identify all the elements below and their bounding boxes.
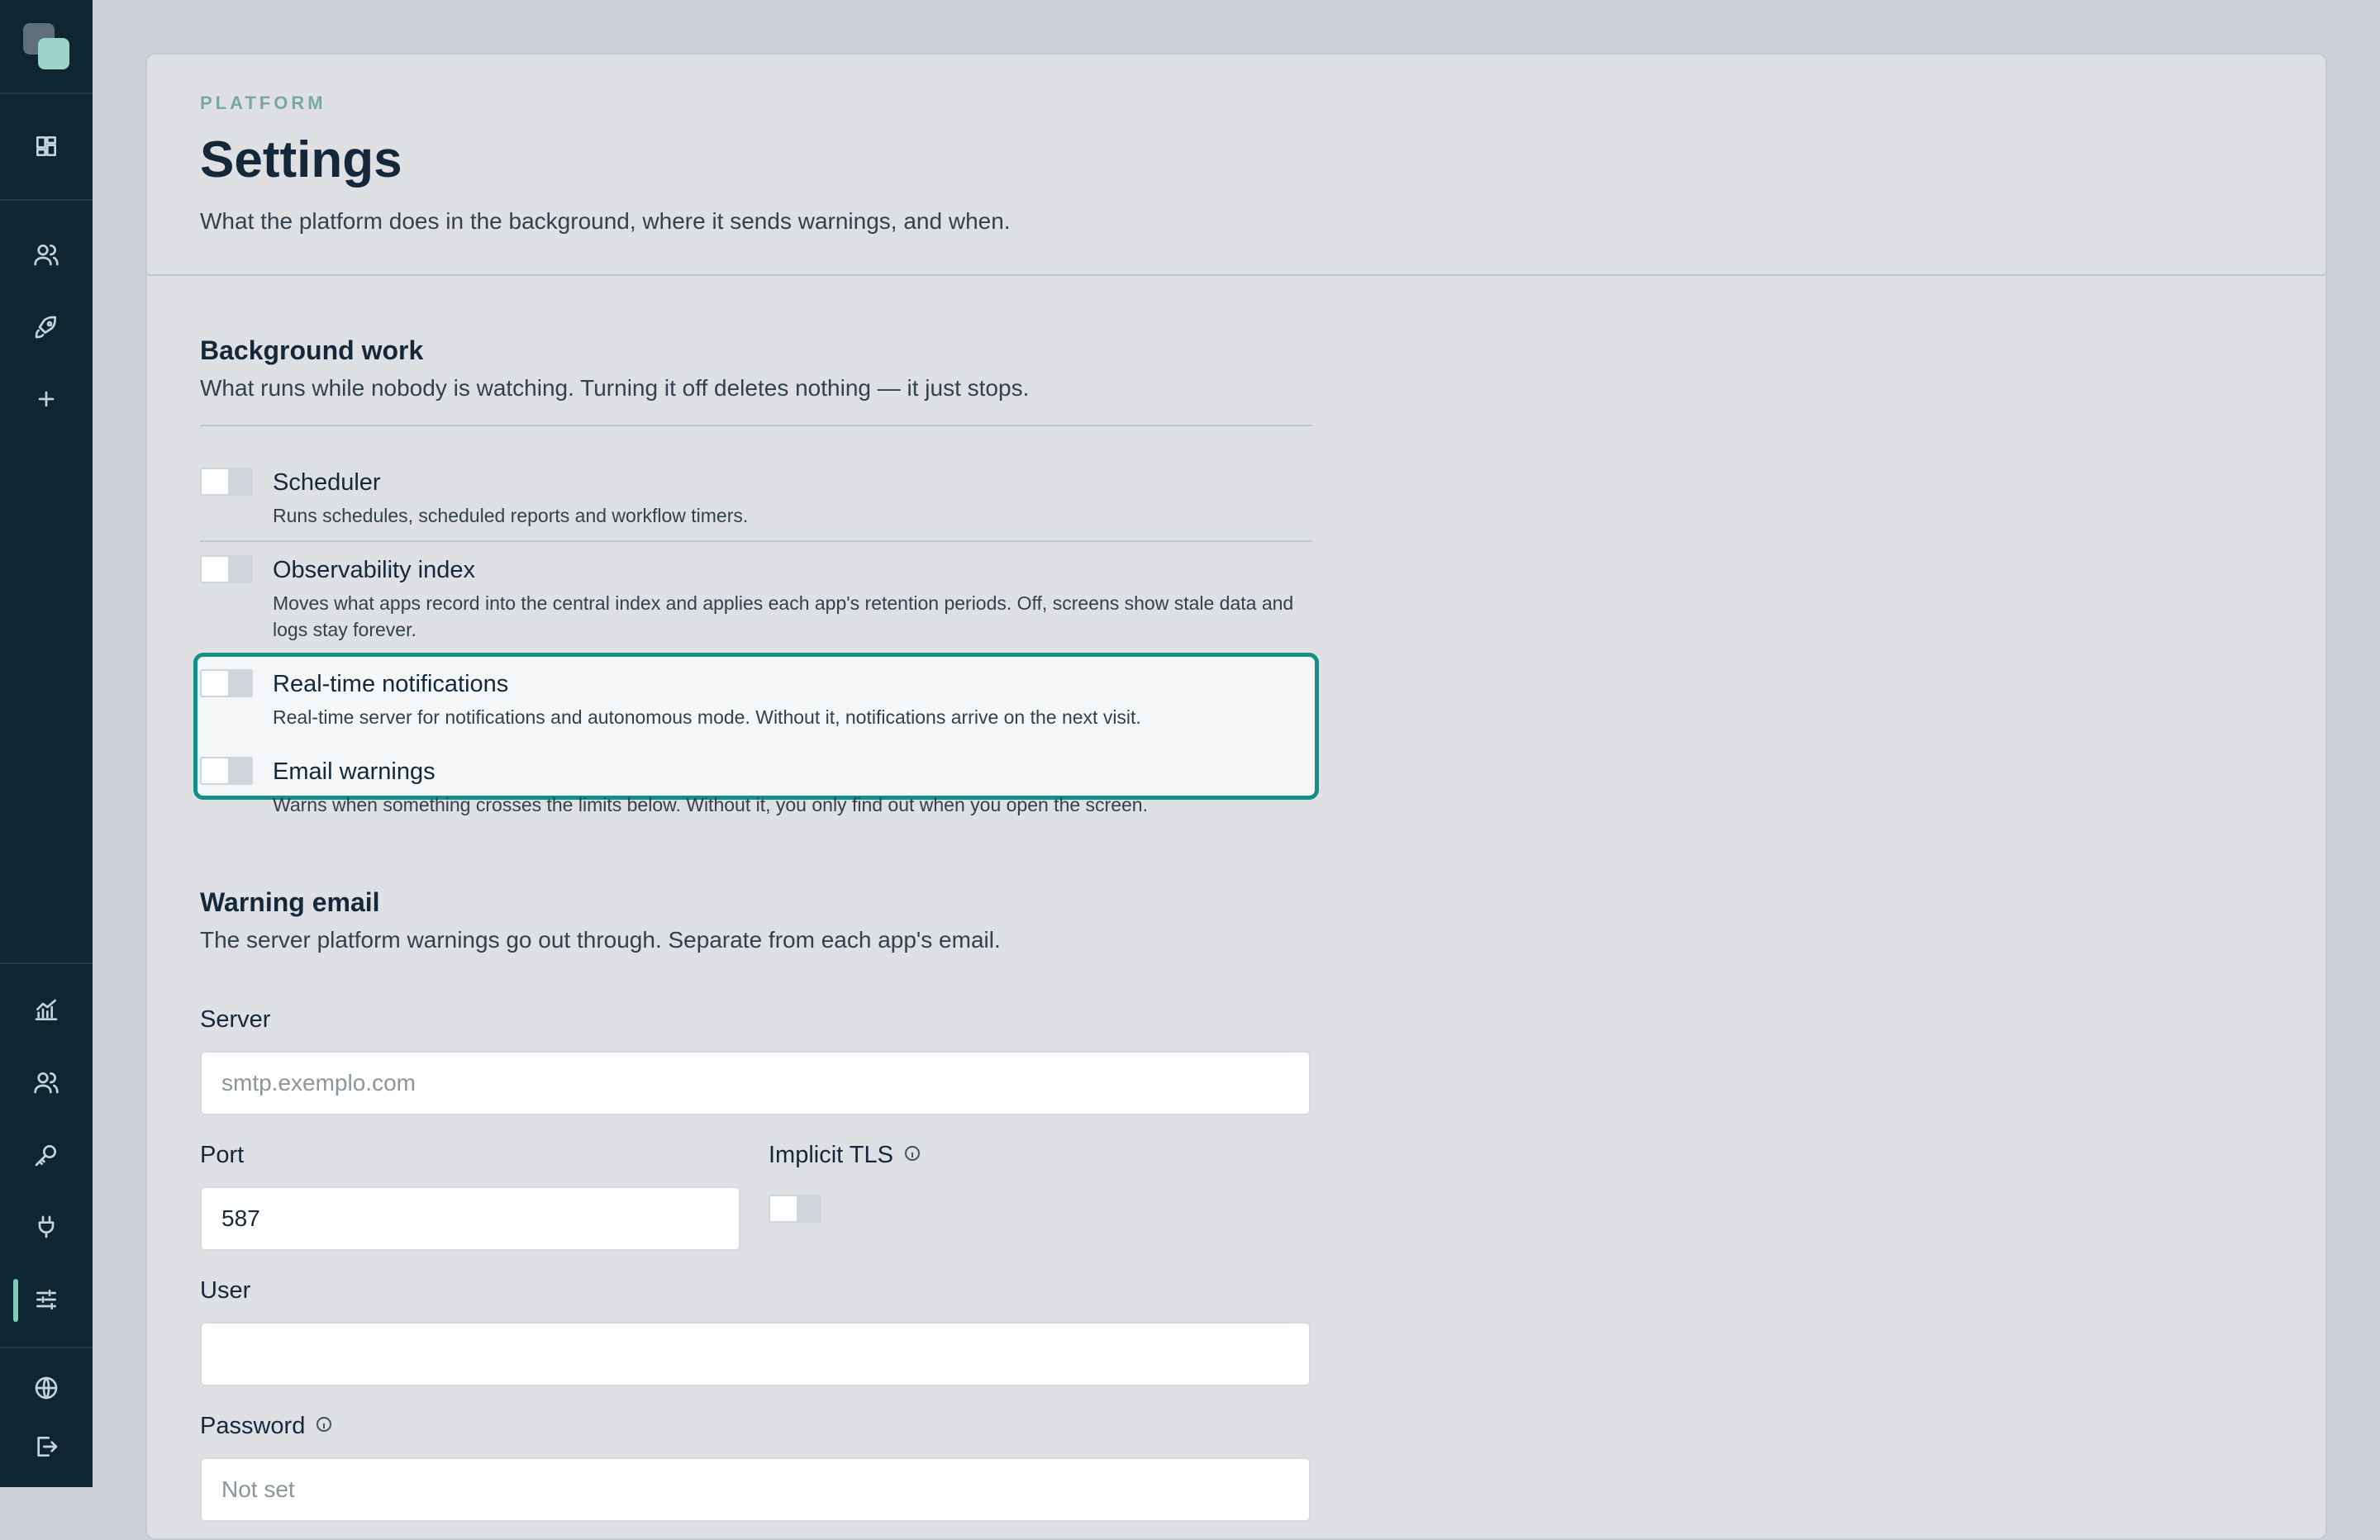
app-logo[interactable] bbox=[23, 23, 69, 69]
plug-icon[interactable] bbox=[30, 1210, 63, 1243]
sidebar-divider bbox=[0, 93, 93, 94]
sidebar-divider bbox=[0, 962, 93, 964]
team-icon[interactable] bbox=[30, 1066, 63, 1099]
setting-description: Warns when something crosses the limits … bbox=[273, 794, 1148, 815]
setting-title: Real-time notifications bbox=[273, 671, 509, 697]
key-icon[interactable] bbox=[30, 1138, 63, 1172]
rocket-icon[interactable] bbox=[30, 311, 63, 344]
info-icon[interactable] bbox=[317, 1417, 332, 1433]
scheduler-toggle[interactable] bbox=[200, 468, 253, 496]
setting-description: Runs schedules, scheduled reports and wo… bbox=[273, 505, 749, 526]
section-title-warning-email: Warning email bbox=[200, 887, 380, 917]
setting-title: Email warnings bbox=[273, 758, 436, 785]
page-title: Settings bbox=[200, 131, 402, 188]
setting-title: Scheduler bbox=[273, 469, 381, 496]
user-label: User bbox=[200, 1277, 251, 1304]
setting-description: Moves what apps record into the central … bbox=[273, 592, 1294, 640]
implicit-tls-toggle[interactable] bbox=[769, 1195, 821, 1223]
password-label-text: Password bbox=[200, 1413, 306, 1439]
analytics-icon[interactable] bbox=[30, 994, 63, 1027]
page-header: PLATFORM Settings What the platform does… bbox=[147, 55, 2325, 276]
section-title-background-work: Background work bbox=[200, 335, 424, 365]
sidebar-divider bbox=[0, 199, 93, 201]
users-icon[interactable] bbox=[30, 238, 63, 271]
settings-sliders-icon[interactable] bbox=[30, 1283, 63, 1316]
password-label: Password bbox=[200, 1413, 332, 1440]
active-indicator bbox=[13, 1279, 18, 1322]
logout-icon[interactable] bbox=[30, 1430, 63, 1463]
server-label: Server bbox=[200, 1006, 271, 1033]
row-divider bbox=[200, 540, 1312, 542]
page-subtitle: What the platform does in the background… bbox=[200, 208, 1011, 234]
sidebar-divider bbox=[0, 1347, 93, 1348]
setting-description: Real-time server for notifications and a… bbox=[273, 706, 1141, 728]
info-icon[interactable] bbox=[904, 1146, 920, 1162]
user-input[interactable] bbox=[200, 1322, 1311, 1386]
port-input[interactable] bbox=[200, 1186, 740, 1251]
section-divider bbox=[200, 425, 1312, 426]
plus-icon[interactable] bbox=[30, 383, 63, 416]
section-subtitle-background-work: What runs while nobody is watching. Turn… bbox=[200, 375, 1030, 401]
settings-card: PLATFORM Settings What the platform does… bbox=[145, 53, 2327, 1540]
setting-title: Observability index bbox=[273, 557, 475, 583]
server-input[interactable] bbox=[200, 1051, 1311, 1115]
implicit-tls-label: Implicit TLS bbox=[769, 1142, 920, 1169]
port-label: Port bbox=[200, 1142, 245, 1168]
password-input[interactable] bbox=[200, 1457, 1311, 1522]
dashboard-icon[interactable] bbox=[30, 130, 63, 163]
observability-index-toggle[interactable] bbox=[200, 555, 253, 583]
section-subtitle-warning-email: The server platform warnings go out thro… bbox=[200, 927, 1001, 953]
real-time-notifications-toggle[interactable] bbox=[200, 669, 253, 697]
implicit-tls-label-text: Implicit TLS bbox=[769, 1142, 893, 1168]
sidebar bbox=[0, 0, 93, 1487]
email-warnings-toggle[interactable] bbox=[200, 757, 253, 785]
globe-icon[interactable] bbox=[30, 1371, 63, 1405]
page-eyebrow: PLATFORM bbox=[200, 93, 326, 113]
